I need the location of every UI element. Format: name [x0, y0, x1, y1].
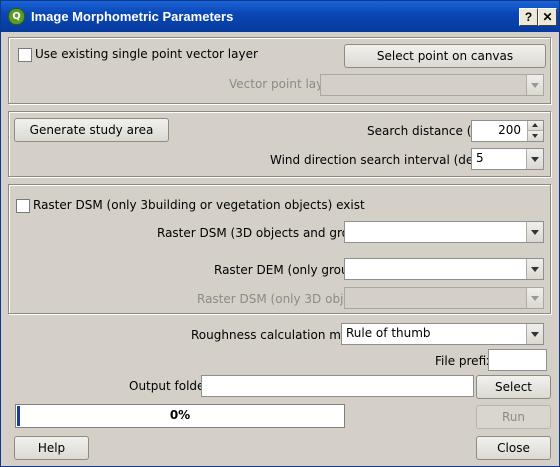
close-title-button[interactable]: ✕ [538, 8, 557, 26]
use-existing-point-checkbox[interactable] [18, 48, 32, 62]
help-button[interactable]: Help [14, 436, 89, 460]
progress-bar: 0% [15, 404, 345, 428]
dialog-window: Q Image Morphometric Parameters ? ✕ Use … [0, 0, 560, 467]
progress-text: 0% [169, 408, 191, 422]
raster-dsm-only-label: Raster DSM (only 3building or vegetation… [33, 198, 365, 212]
window-title: Image Morphometric Parameters [31, 9, 234, 24]
spin-up-icon[interactable] [527, 121, 543, 131]
wind-direction-interval-select[interactable]: 5 [471, 148, 544, 170]
raster-dsm-3d-ground-select[interactable] [344, 221, 544, 243]
title-bar: Q Image Morphometric Parameters ? ✕ [1, 1, 559, 32]
select-folder-button[interactable]: Select [476, 375, 551, 399]
chevron-down-icon [526, 222, 543, 242]
chevron-down-icon [526, 324, 543, 344]
output-folder-input[interactable] [201, 375, 474, 397]
help-title-button[interactable]: ? [519, 8, 538, 26]
search-distance-spinbox[interactable]: 200 [471, 120, 544, 142]
chevron-down-icon [526, 149, 543, 169]
generate-study-area-button[interactable]: Generate study area [14, 118, 169, 142]
close-button[interactable]: Close [476, 436, 551, 460]
qgis-app-icon: Q [8, 8, 25, 25]
select-point-on-canvas-button[interactable]: Select point on canvas [344, 44, 546, 68]
roughness-method-select[interactable]: Rule of thumb [341, 323, 544, 345]
raster-dem-select[interactable] [344, 258, 544, 280]
file-prefix-input[interactable] [488, 349, 547, 371]
use-existing-point-label: Use existing single point vector layer [35, 47, 258, 61]
vector-point-layer-select[interactable] [320, 74, 544, 96]
raster-dsm-only-checkbox[interactable] [16, 199, 30, 213]
chevron-down-icon [526, 75, 543, 95]
chevron-down-icon [526, 259, 543, 279]
run-button[interactable]: Run [476, 405, 551, 429]
raster-dsm-3d-only-select[interactable] [344, 287, 544, 309]
spin-down-icon[interactable] [527, 131, 543, 141]
chevron-down-icon [526, 288, 543, 308]
